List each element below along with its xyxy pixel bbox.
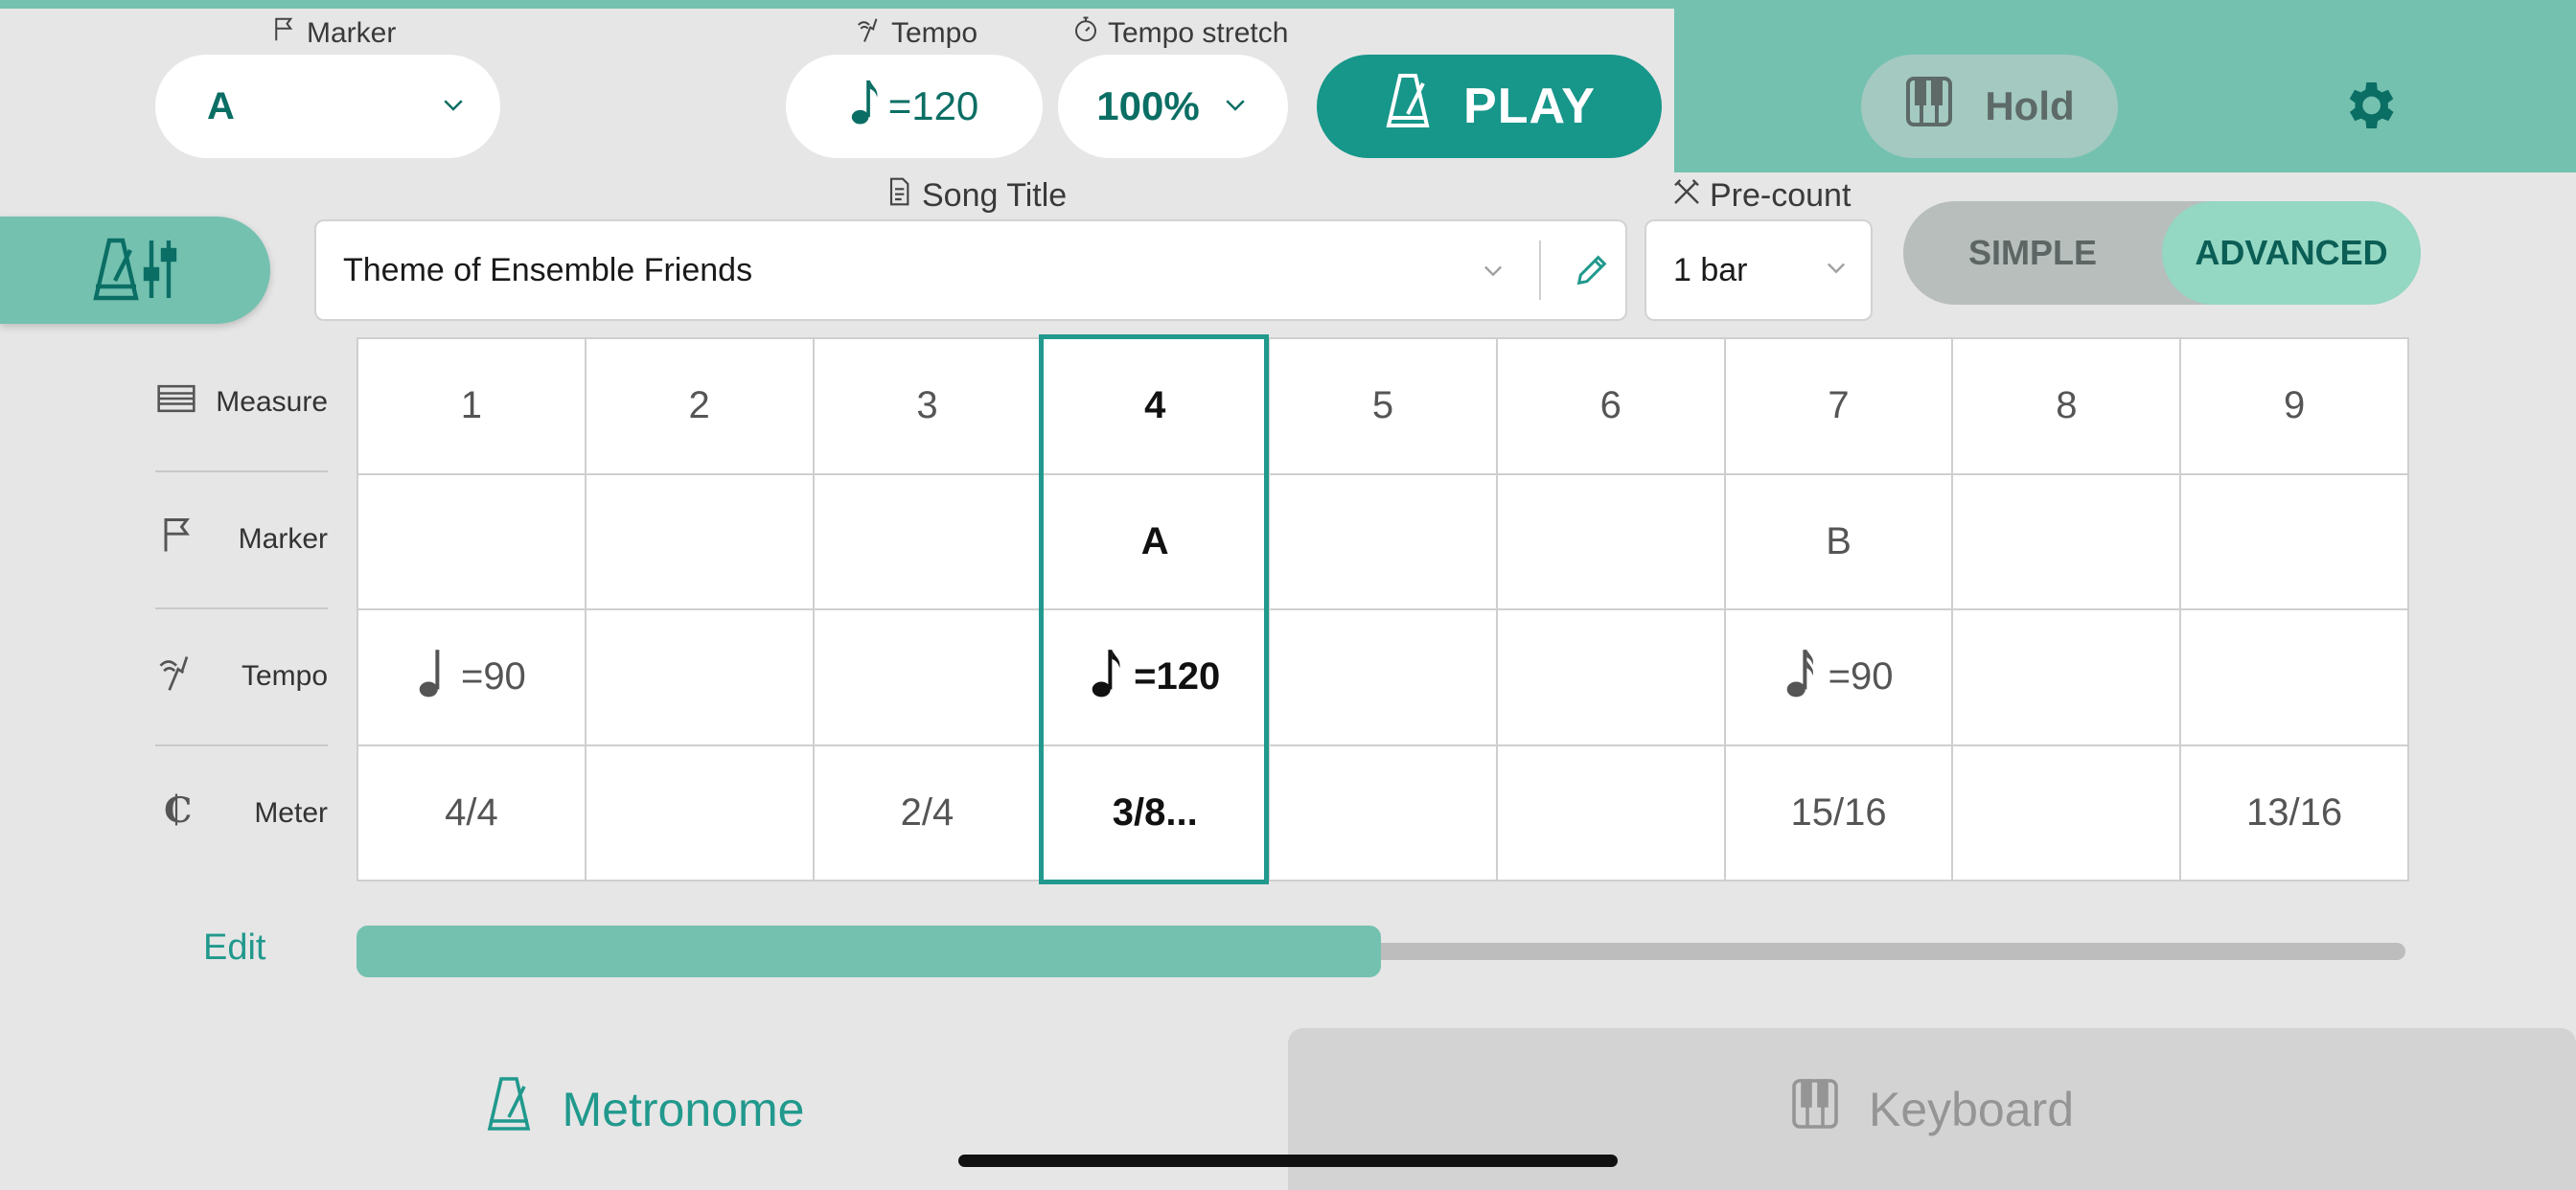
- tempo-stretch-label: Tempo stretch: [1071, 15, 1288, 52]
- grid-cell-tempo[interactable]: [1497, 610, 1726, 746]
- grid-cell-measure[interactable]: 6: [1497, 339, 1726, 475]
- grid-cell-measure[interactable]: 8: [1953, 339, 2182, 475]
- crossed-sticks-icon: [1671, 176, 1702, 216]
- grid-cell-measure[interactable]: 1: [358, 339, 586, 475]
- home-indicator: [958, 1155, 1618, 1167]
- piano-icon: [1790, 1077, 1840, 1142]
- eighth-note-icon: [1090, 647, 1122, 708]
- chevron-down-icon[interactable]: [1464, 257, 1522, 284]
- grid-cell-tempo[interactable]: [1953, 610, 2182, 746]
- tempo-label: Tempo: [855, 15, 978, 52]
- eighth-note-icon: [850, 78, 879, 135]
- song-title-label: Song Title: [884, 176, 1067, 216]
- quarter-note-icon: [417, 647, 449, 708]
- common-time-icon: C: [155, 789, 197, 838]
- grid-cell-tempo[interactable]: [586, 610, 815, 746]
- settings-gear-icon[interactable]: [2338, 75, 2400, 136]
- divider: [1539, 240, 1541, 300]
- grid-cell-tempo[interactable]: [2181, 610, 2409, 746]
- marker-select-value: A: [207, 84, 235, 127]
- mode-toggle[interactable]: SIMPLE ADVANCED: [1903, 201, 2421, 305]
- row-label-measure: Measure: [155, 378, 328, 427]
- row-label-marker: Marker: [155, 515, 328, 564]
- metronome-icon: [1383, 72, 1433, 142]
- metronome-icon: [484, 1075, 534, 1144]
- marker-select[interactable]: A: [155, 55, 500, 158]
- play-button[interactable]: PLAY: [1317, 55, 1662, 158]
- grid-cell-tempo[interactable]: =90: [1725, 610, 1954, 746]
- grid-cell-measure[interactable]: 5: [1270, 339, 1498, 475]
- metronome-tempo-icon: [155, 652, 197, 701]
- row-divider: [155, 744, 328, 746]
- row-label-tempo: Tempo: [155, 652, 328, 701]
- measure-grid: 1 2 3 4 5 6 7 8 9 A B =90 =120 =90 4/4 2/4 3/8... 15/16 13…: [356, 337, 2409, 881]
- measure-icon: [155, 378, 197, 427]
- grid-cell-meter[interactable]: 2/4: [814, 745, 1043, 881]
- metronome-tempo-icon: [855, 15, 884, 52]
- row-divider: [155, 470, 328, 472]
- grid-cell-measure[interactable]: 4: [1042, 339, 1271, 475]
- song-title-value: Theme of Ensemble Friends: [343, 251, 753, 288]
- grid-cell-tempo[interactable]: =90: [358, 610, 586, 746]
- pre-count-select[interactable]: 1 bar: [1644, 219, 1873, 321]
- tempo-button[interactable]: =120: [786, 55, 1043, 158]
- grid-cell-meter[interactable]: 4/4: [358, 745, 586, 881]
- hold-button[interactable]: Hold: [1861, 55, 2118, 158]
- svg-text:C: C: [164, 790, 192, 831]
- piano-icon: [1904, 75, 1954, 138]
- simple-mode-button[interactable]: SIMPLE: [1903, 201, 2162, 305]
- grid-cell-marker[interactable]: A: [1042, 474, 1271, 610]
- chevron-down-icon: [439, 90, 468, 124]
- grid-cell-meter[interactable]: [1270, 745, 1498, 881]
- edit-button[interactable]: Edit: [203, 927, 265, 969]
- scroll-thumb[interactable]: [356, 926, 1381, 977]
- grid-cell-meter[interactable]: [1497, 745, 1726, 881]
- top-right-panel: [1674, 0, 2576, 172]
- marker-label: Marker: [270, 15, 396, 52]
- grid-cell-marker[interactable]: [1497, 474, 1726, 610]
- dotted-sixteenth-note-icon: [1784, 647, 1817, 708]
- grid-cell-marker[interactable]: [358, 474, 586, 610]
- chevron-down-icon: [1221, 90, 1250, 124]
- grid-cell-marker[interactable]: [1953, 474, 2182, 610]
- grid-cell-marker[interactable]: B: [1725, 474, 1954, 610]
- grid-cell-measure[interactable]: 7: [1725, 339, 1954, 475]
- flag-icon: [270, 15, 299, 52]
- metronome-sliders-icon: [92, 235, 178, 307]
- advanced-mode-button[interactable]: ADVANCED: [2162, 201, 2421, 305]
- grid-cell-marker[interactable]: [586, 474, 815, 610]
- row-label-meter: C Meter: [155, 789, 328, 838]
- grid-cell-marker[interactable]: [1270, 474, 1498, 610]
- grid-cell-measure[interactable]: 3: [814, 339, 1043, 475]
- document-icon: [884, 176, 914, 216]
- grid-cell-meter[interactable]: [1953, 745, 2182, 881]
- grid-cell-meter[interactable]: 15/16: [1725, 745, 1954, 881]
- grid-cell-meter[interactable]: 13/16: [2181, 745, 2409, 881]
- pre-count-label: Pre-count: [1671, 176, 1851, 216]
- flag-icon: [155, 515, 197, 564]
- grid-cell-meter[interactable]: [586, 745, 815, 881]
- grid-cell-measure[interactable]: 2: [586, 339, 815, 475]
- grid-cell-marker[interactable]: [814, 474, 1043, 610]
- stopwatch-icon: [1071, 15, 1100, 52]
- pencil-icon[interactable]: [1558, 251, 1625, 289]
- tempo-stretch-select[interactable]: 100%: [1058, 55, 1288, 158]
- metronome-settings-tab[interactable]: [0, 217, 270, 324]
- row-divider: [155, 607, 328, 609]
- grid-cell-tempo[interactable]: =120: [1042, 610, 1271, 746]
- grid-cell-tempo[interactable]: [1270, 610, 1498, 746]
- chevron-down-icon: [1823, 252, 1850, 289]
- grid-cell-marker[interactable]: [2181, 474, 2409, 610]
- grid-cell-tempo[interactable]: [814, 610, 1043, 746]
- song-title-field[interactable]: Theme of Ensemble Friends: [314, 219, 1627, 321]
- grid-cell-meter[interactable]: 3/8...: [1042, 745, 1271, 881]
- grid-cell-measure[interactable]: 9: [2181, 339, 2409, 475]
